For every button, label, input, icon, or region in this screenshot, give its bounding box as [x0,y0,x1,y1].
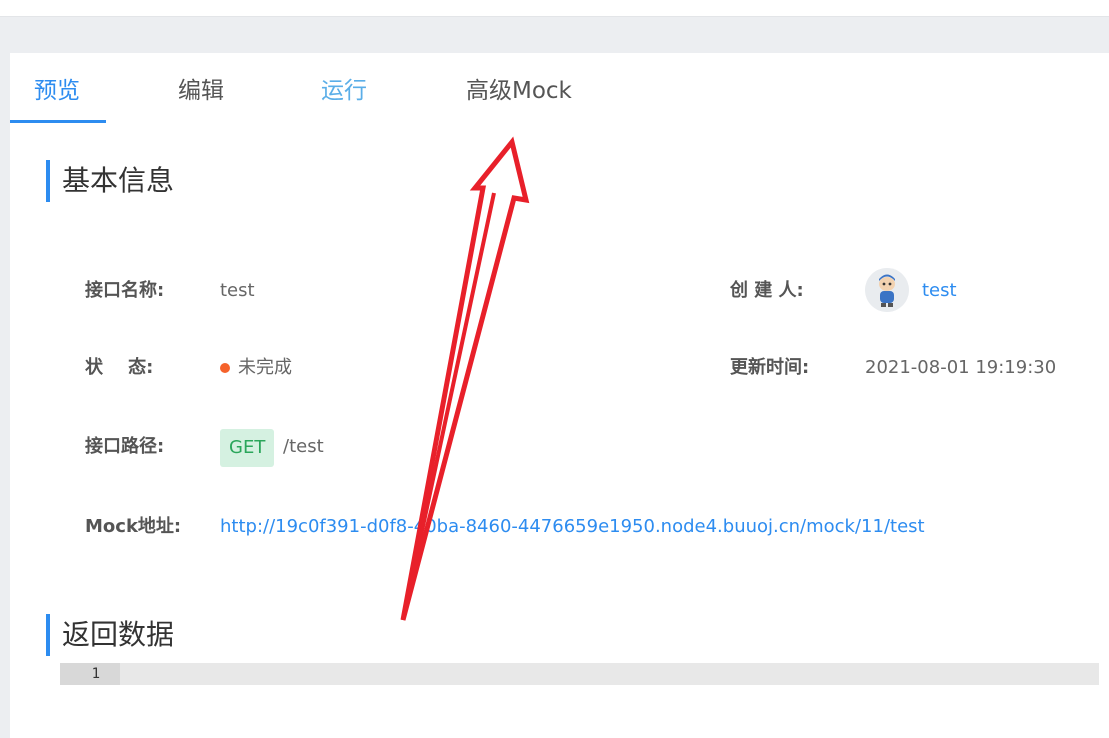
section-title-basic-info: 基本信息 [46,160,174,202]
editor-line-number: 1 [60,663,120,685]
interface-name-label: 接口名称: [85,280,165,301]
response-code-editor[interactable]: 1 [60,663,1099,685]
method-badge: GET [220,429,275,467]
interface-path-label: 接口路径: [85,436,165,457]
status-dot-icon [220,363,230,373]
interface-name-value: test [220,280,255,301]
section-title-response-data: 返回数据 [46,614,174,656]
tab-preview[interactable]: 预览 [34,75,80,107]
tab-run[interactable]: 运行 [321,75,367,107]
avatar-icon[interactable] [865,268,909,312]
tab-edit[interactable]: 编辑 [178,75,224,107]
top-bar [0,0,1109,17]
interface-detail-panel: 预览 编辑 运行 高级Mock 基本信息 接口名称: test 创 建 人: t… [10,53,1109,738]
active-tab-indicator [10,120,106,123]
tab-advanced-mock[interactable]: 高级Mock [466,75,572,107]
creator-link[interactable]: test [922,278,957,304]
status-value: 未完成 [238,357,292,378]
status-label: 状 态: [85,357,154,378]
mock-url-link[interactable]: http://19c0f391-d0f8-40ba-8460-4476659e1… [220,514,925,540]
interface-path-value: /test [283,436,324,457]
updated-time-value: 2021-08-01 19:19:30 [865,357,1057,378]
creator-label: 创 建 人: [730,280,804,301]
tab-bar: 预览 编辑 运行 高级Mock [10,53,1109,123]
mock-address-label: Mock地址: [85,516,182,537]
updated-time-label: 更新时间: [730,357,810,378]
